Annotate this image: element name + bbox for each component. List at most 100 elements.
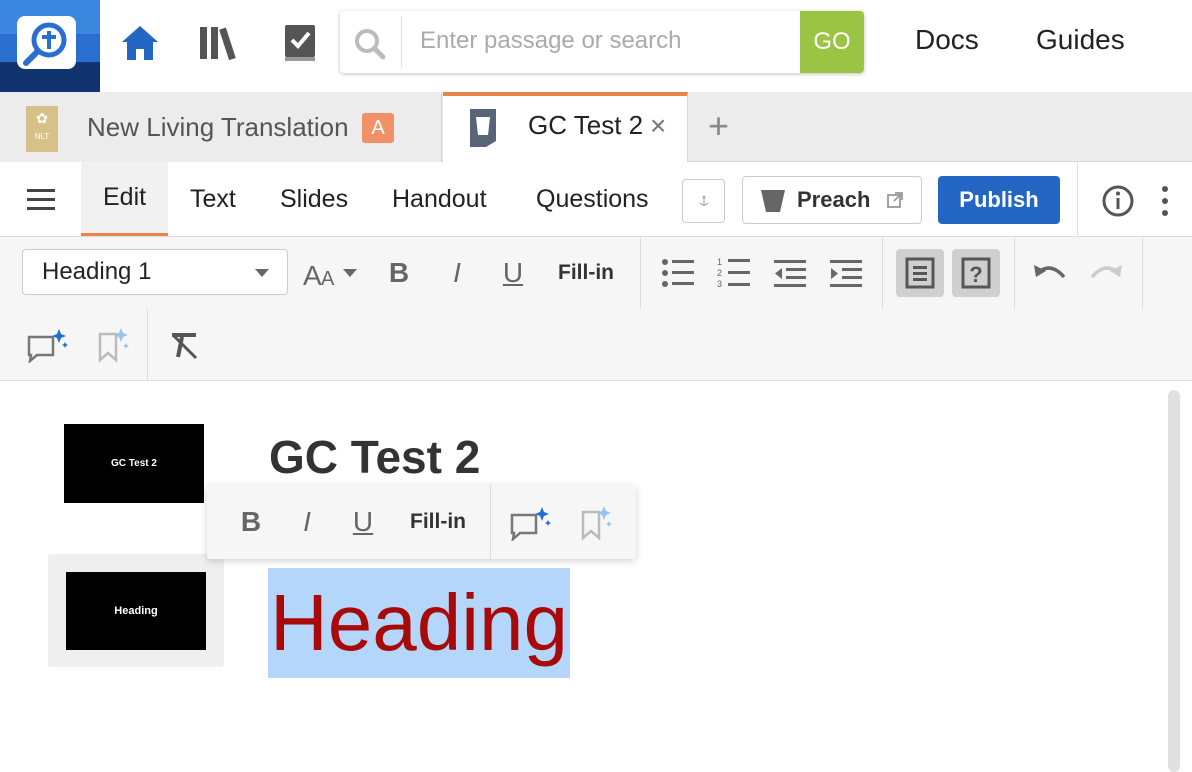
fill-in-button[interactable]: Fill-in: [552, 253, 620, 293]
slide-thumbnail[interactable]: GC Test 2: [64, 424, 204, 503]
popup-italic-button[interactable]: I: [291, 503, 323, 541]
home-icon[interactable]: [117, 20, 163, 66]
redo-button[interactable]: [1086, 257, 1126, 289]
undo-icon: [1034, 265, 1066, 279]
ai-comment-icon: [27, 329, 68, 363]
preach-label: Preach: [797, 187, 871, 212]
tab-handout[interactable]: Handout: [392, 162, 487, 236]
popup-fill-in-button[interactable]: Fill-in: [403, 503, 473, 541]
bible-search-icon: [23, 22, 67, 66]
editor-canvas[interactable]: GC Test 2 Heading GC Test 2 Heading: [0, 382, 1192, 772]
underline-button[interactable]: U: [496, 253, 530, 293]
checklist-icon[interactable]: [277, 20, 323, 66]
tab-edit[interactable]: Edit: [81, 162, 169, 236]
ai-bookmark-icon: [98, 328, 129, 363]
paragraph-style-select[interactable]: Heading 1: [22, 249, 288, 295]
numbered-list-button[interactable]: 1 2 3: [716, 255, 752, 291]
menu-icon[interactable]: [25, 187, 57, 213]
more-options-icon[interactable]: [1158, 184, 1172, 218]
svg-text:2: 2: [717, 268, 722, 278]
popup-ai-comment-button[interactable]: [507, 503, 553, 543]
svg-text:1: 1: [717, 257, 722, 267]
undo-button[interactable]: [1030, 257, 1070, 289]
search-box: GO: [340, 11, 864, 73]
publish-button[interactable]: Publish: [938, 176, 1060, 224]
guides-link[interactable]: Guides: [1036, 24, 1125, 56]
book-cover-icon: ✿ NLT: [26, 106, 58, 152]
font-size-icon: A A: [303, 260, 357, 289]
slide-thumbnail-content: Heading: [66, 572, 206, 650]
redo-icon: [1090, 265, 1122, 279]
top-navigation: GO Docs Guides: [0, 0, 1192, 92]
text-block-toggle[interactable]: [896, 249, 944, 297]
info-icon[interactable]: [1101, 184, 1135, 218]
popup-ai-bookmark-button[interactable]: [575, 503, 615, 543]
tab-slides[interactable]: Slides: [280, 162, 348, 236]
anchor-button[interactable]: [682, 179, 725, 223]
format-toolbar: Heading 1 A A B I U Fill-in 1 2 3 ?: [0, 237, 1192, 381]
tab-text[interactable]: Text: [190, 162, 236, 236]
close-tab-icon[interactable]: ×: [650, 110, 666, 142]
toolbar-divider: [1142, 237, 1143, 309]
bold-button[interactable]: B: [382, 253, 416, 293]
search-input[interactable]: [420, 21, 800, 61]
toolbar-divider: [640, 237, 641, 309]
inline-format-popup: B I U Fill-in: [207, 485, 636, 559]
docs-link[interactable]: Docs: [915, 24, 979, 56]
font-size-button[interactable]: A A: [300, 255, 360, 291]
search-icon: [355, 29, 386, 60]
toolbar-divider: [147, 309, 148, 381]
ai-comment-icon: [510, 507, 551, 541]
italic-button[interactable]: I: [440, 253, 474, 293]
toolbar-divider: [490, 485, 491, 559]
search-divider: [401, 17, 402, 67]
sermon-doc-icon: [470, 109, 496, 147]
svg-text:3: 3: [717, 279, 722, 289]
popup-bold-button[interactable]: B: [235, 503, 267, 541]
question-block-toggle[interactable]: ?: [952, 249, 1000, 297]
tab-new-living-translation[interactable]: ✿ NLT New Living Translation A: [0, 94, 442, 162]
editor-mode-bar: Edit Text Slides Handout Questions Preac…: [0, 162, 1192, 237]
popup-underline-button[interactable]: U: [347, 503, 379, 541]
go-button[interactable]: GO: [800, 11, 864, 73]
numbered-list-icon: 1 2 3: [717, 257, 750, 289]
ai-bookmark-button[interactable]: [92, 325, 132, 365]
svg-text:A: A: [321, 268, 335, 289]
tab-label: New Living Translation: [87, 112, 349, 142]
indent-button[interactable]: [828, 255, 864, 291]
paragraph-style-value: Heading 1: [42, 258, 152, 285]
toolbar-divider: [1014, 237, 1015, 309]
selected-heading-text[interactable]: Heading: [268, 568, 571, 678]
outdent-button[interactable]: [772, 255, 808, 291]
tab-questions[interactable]: Questions: [536, 162, 649, 236]
external-link-icon: [887, 192, 904, 208]
outdent-icon: [774, 260, 806, 287]
preach-button[interactable]: Preach: [742, 176, 922, 224]
vertical-scrollbar[interactable]: [1168, 390, 1180, 772]
tab-badge: A: [362, 113, 394, 143]
tab-strip: ✿ NLT New Living Translation A GC Test 2…: [0, 92, 1192, 162]
pulpit-icon: [761, 190, 785, 212]
ai-comment-button[interactable]: [24, 325, 70, 365]
ai-bookmark-icon: [581, 506, 612, 541]
tab-gc-test-2[interactable]: GC Test 2 ×: [443, 92, 688, 162]
document-title[interactable]: GC Test 2: [269, 430, 480, 484]
clear-formatting-icon: [172, 333, 198, 360]
svg-text:A: A: [303, 260, 322, 289]
add-tab-button[interactable]: +: [708, 108, 729, 144]
anchor-icon: [699, 195, 708, 206]
slide-thumbnail-selected[interactable]: Heading: [48, 554, 224, 667]
question-icon: ?: [961, 257, 991, 289]
library-icon[interactable]: [197, 20, 243, 66]
tab-label: GC Test 2: [528, 110, 644, 140]
clear-formatting-button[interactable]: [164, 327, 204, 363]
bullet-list-button[interactable]: [660, 255, 696, 291]
chevron-down-icon: [255, 269, 269, 277]
logos-logo[interactable]: [0, 0, 100, 92]
indent-icon: [830, 260, 862, 287]
toolbar-divider: [1077, 162, 1078, 236]
document-icon: [905, 257, 935, 289]
bullet-list-icon: [662, 259, 694, 287]
toolbar-divider: [882, 237, 883, 309]
svg-text:?: ?: [969, 262, 982, 287]
